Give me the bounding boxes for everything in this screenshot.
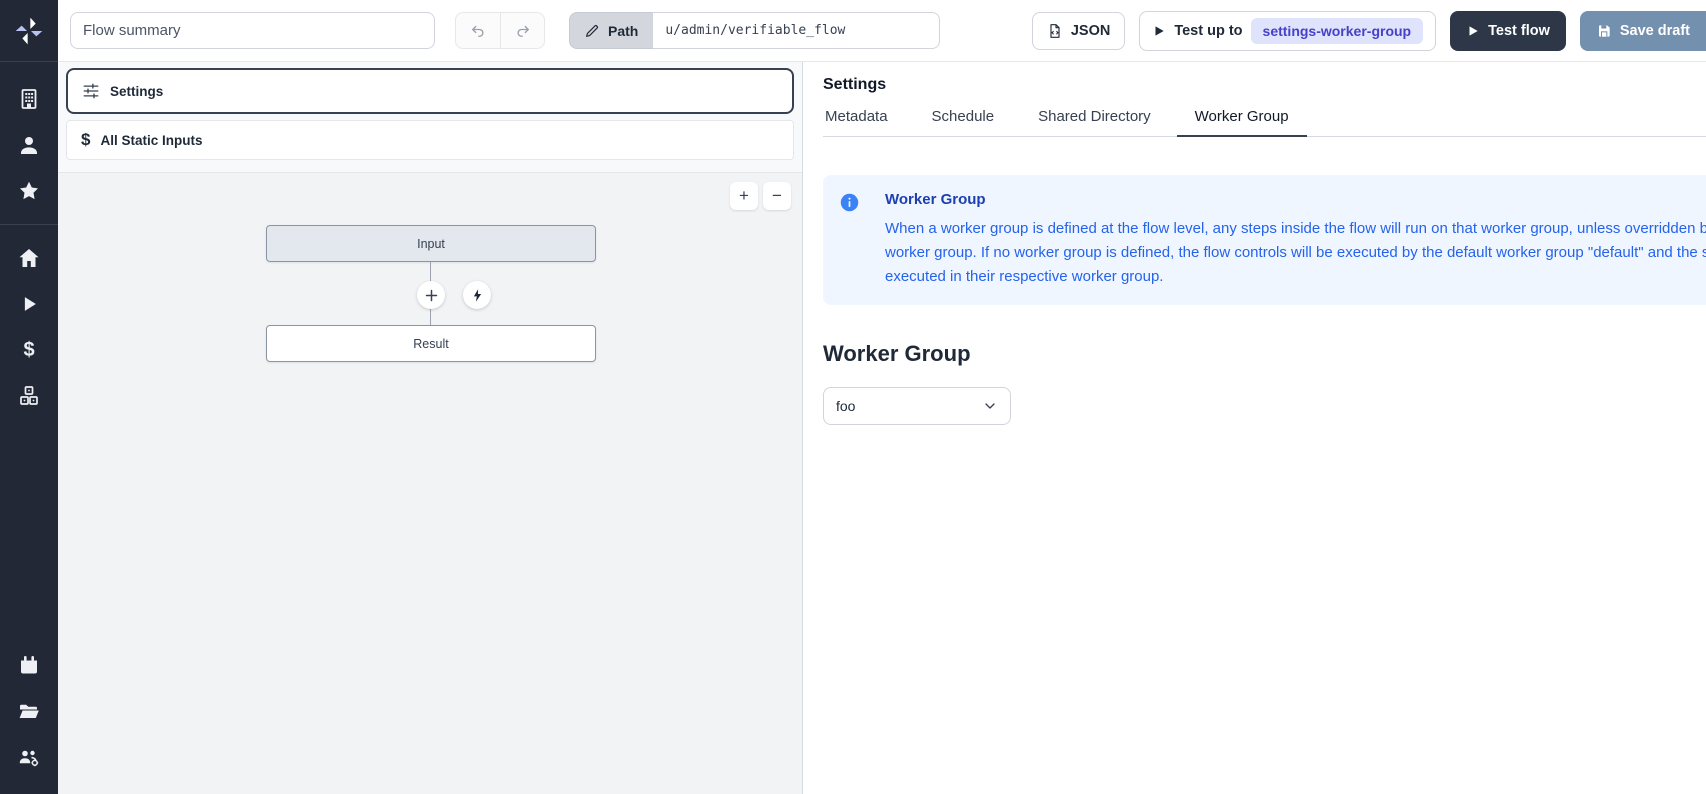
play-icon	[1466, 24, 1480, 38]
path-group: Path	[569, 12, 940, 49]
play-icon	[18, 293, 40, 315]
settings-panel-title: Settings	[823, 76, 1706, 94]
sidebar-item-resources[interactable]	[0, 373, 58, 419]
sidebar	[0, 0, 58, 794]
path-edit-button[interactable]: Path	[569, 12, 652, 49]
json-button-label: JSON	[1071, 23, 1111, 39]
zoom-out-button[interactable]: −	[763, 182, 791, 210]
save-draft-button[interactable]: Save draft	[1580, 11, 1706, 51]
sidebar-item-workers[interactable]	[0, 734, 58, 780]
sidebar-separator	[0, 224, 58, 225]
all-static-inputs-label: All Static Inputs	[100, 133, 202, 148]
result-node[interactable]: Result	[266, 325, 596, 362]
dollar-icon	[23, 339, 34, 362]
folder-icon	[17, 699, 41, 723]
flow-settings-item[interactable]: Settings	[66, 68, 794, 114]
test-up-to-label: Test up to	[1174, 23, 1242, 39]
save-icon	[1596, 23, 1612, 39]
all-static-inputs-item[interactable]: All Static Inputs	[66, 120, 794, 160]
add-step-button[interactable]	[417, 281, 445, 309]
path-chip-label: Path	[608, 23, 638, 39]
building-icon	[17, 87, 41, 111]
save-draft-label: Save draft	[1620, 23, 1690, 39]
worker-group-select[interactable]: foo	[823, 387, 1011, 425]
file-json-icon	[1047, 23, 1063, 39]
add-trigger-button[interactable]	[463, 281, 491, 309]
alert-body: When a worker group is defined at the fl…	[885, 217, 1706, 289]
sidebar-item-favorites[interactable]	[0, 168, 58, 214]
tab-metadata[interactable]: Metadata	[823, 108, 890, 136]
undo-button[interactable]	[456, 13, 500, 48]
flow-editor-panel: Settings All Static Inputs + − Input	[58, 62, 803, 794]
sidebar-item-folders[interactable]	[0, 688, 58, 734]
settings-tabs: Metadata Schedule Shared Directory Worke…	[823, 108, 1706, 137]
test-up-to-button[interactable]: Test up to settings-worker-group	[1139, 11, 1436, 51]
flow-graph[interactable]: + − Input Result	[58, 172, 802, 794]
workers-icon	[17, 745, 41, 769]
zap-icon	[470, 288, 485, 303]
sidebar-item-runs[interactable]	[0, 281, 58, 327]
worker-group-select-value: foo	[836, 398, 855, 414]
play-icon	[1152, 24, 1166, 38]
worker-group-info-alert: Worker Group When a worker group is defi…	[823, 175, 1706, 305]
sliders-icon	[82, 82, 100, 100]
boxes-icon	[17, 384, 41, 408]
json-button[interactable]: JSON	[1032, 12, 1126, 50]
test-flow-button[interactable]: Test flow	[1450, 11, 1566, 51]
chevron-down-icon	[982, 398, 998, 414]
redo-button[interactable]	[500, 13, 544, 48]
path-input[interactable]	[652, 12, 940, 49]
pencil-icon	[584, 23, 600, 39]
tab-schedule[interactable]: Schedule	[930, 108, 997, 136]
windmill-logo[interactable]	[0, 0, 58, 62]
windmill-logo-icon	[13, 15, 45, 47]
calendar-icon	[17, 653, 41, 677]
sidebar-item-workspace[interactable]	[0, 76, 58, 122]
sidebar-item-schedules[interactable]	[0, 642, 58, 688]
test-flow-label: Test flow	[1488, 23, 1550, 39]
home-icon	[17, 246, 41, 270]
flow-settings-label: Settings	[110, 84, 163, 99]
alert-title: Worker Group	[885, 191, 1706, 208]
app-root: Path JSON Test up to	[0, 0, 1706, 794]
dollar-icon	[81, 130, 90, 150]
sidebar-item-home[interactable]	[0, 235, 58, 281]
flow-summary-input[interactable]	[70, 12, 435, 49]
graph-zoom-controls: + −	[730, 182, 791, 210]
worker-group-section-heading: Worker Group	[823, 341, 1706, 367]
info-icon	[839, 192, 860, 213]
flow-settings-panel: Settings Metadata Schedule Shared Direct…	[803, 62, 1706, 794]
user-icon	[17, 133, 41, 157]
undo-arrow-icon	[469, 22, 487, 40]
input-node[interactable]: Input	[266, 225, 596, 262]
star-icon	[17, 179, 41, 203]
undo-redo-group	[455, 12, 545, 49]
plus-icon	[424, 288, 439, 303]
sidebar-item-variables[interactable]	[0, 327, 58, 373]
topbar: Path JSON Test up to	[58, 0, 1706, 62]
redo-arrow-icon	[514, 22, 532, 40]
zoom-in-button[interactable]: +	[730, 182, 758, 210]
tab-worker-group[interactable]: Worker Group	[1193, 108, 1291, 136]
tab-shared-directory[interactable]: Shared Directory	[1036, 108, 1153, 136]
test-up-to-step-badge[interactable]: settings-worker-group	[1251, 18, 1424, 44]
sidebar-item-user[interactable]	[0, 122, 58, 168]
